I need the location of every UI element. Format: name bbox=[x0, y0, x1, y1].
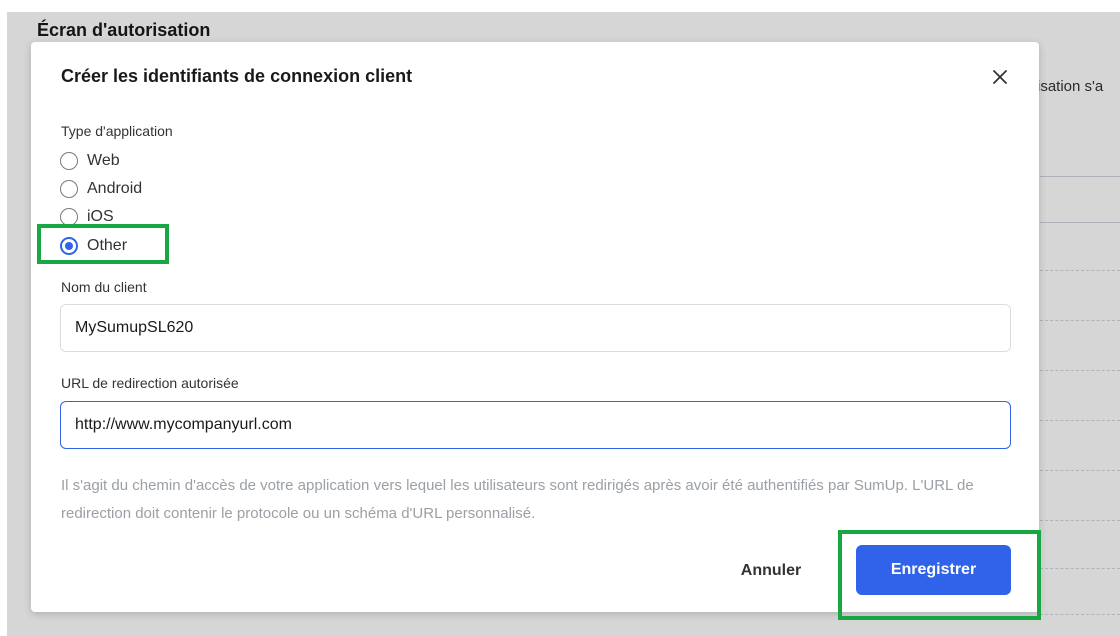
client-name-input[interactable] bbox=[60, 304, 1011, 352]
radio-option-web[interactable]: Web bbox=[60, 151, 120, 171]
close-button[interactable] bbox=[989, 66, 1011, 88]
client-name-label: Nom du client bbox=[61, 279, 147, 295]
highlight-box-other-option bbox=[37, 224, 169, 264]
highlight-box-save-button bbox=[838, 530, 1041, 620]
redirect-url-input[interactable] bbox=[60, 401, 1011, 449]
close-icon bbox=[993, 70, 1007, 84]
create-client-credentials-dialog: Créer les identifiants de connexion clie… bbox=[31, 42, 1039, 612]
redirect-url-help-text: Il s'agit du chemin d'accès de votre app… bbox=[61, 477, 974, 522]
radio-button[interactable] bbox=[60, 180, 78, 198]
radio-button[interactable] bbox=[60, 152, 78, 170]
app-type-label: Type d'application bbox=[61, 123, 173, 139]
radio-label: Android bbox=[87, 180, 143, 197]
cancel-button[interactable]: Annuler bbox=[721, 556, 821, 586]
radio-option-android[interactable]: Android bbox=[60, 179, 142, 199]
redirect-url-label: URL de redirection autorisée bbox=[61, 375, 239, 391]
radio-label: Web bbox=[87, 152, 120, 169]
dialog-title: Créer les identifiants de connexion clie… bbox=[61, 66, 413, 86]
